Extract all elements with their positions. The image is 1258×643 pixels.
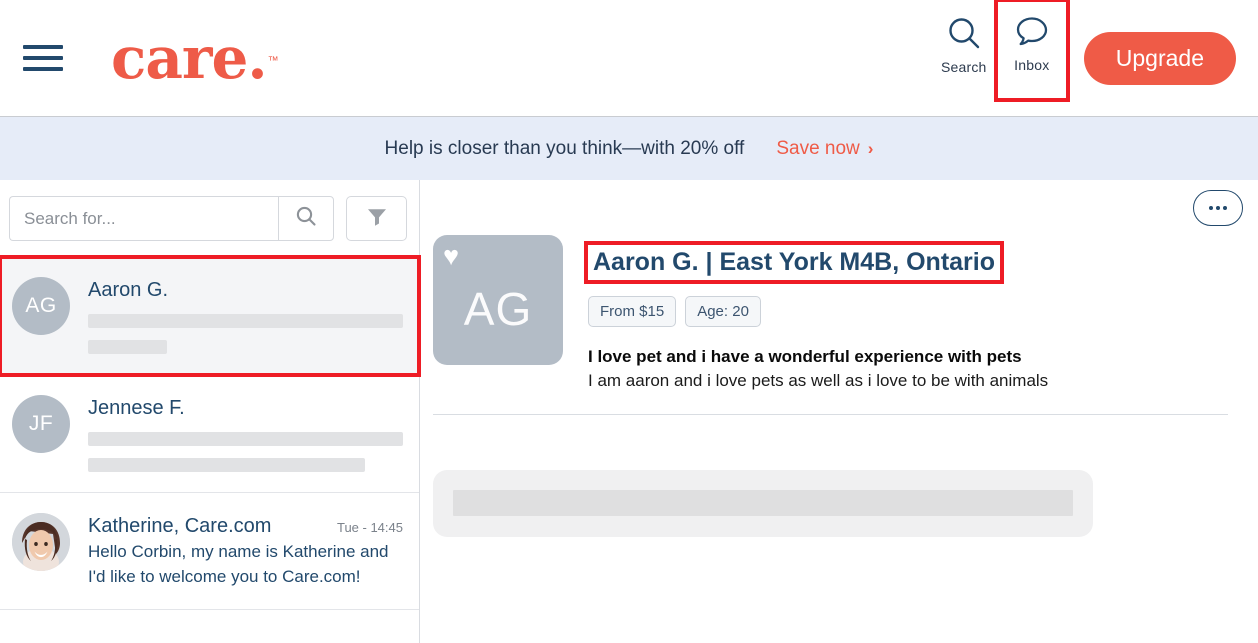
upgrade-button-wrap: Upgrade (1066, 0, 1236, 117)
trademark-symbol: ™ (267, 55, 279, 67)
save-now-label: Save now (776, 137, 860, 159)
ellipsis-dot (1209, 206, 1213, 210)
filter-button[interactable] (346, 196, 407, 241)
header-action-inbox[interactable]: Inbox (993, 0, 1070, 102)
ellipsis-dot (1223, 206, 1227, 210)
person-photo (12, 513, 70, 571)
hamburger-menu-icon[interactable] (23, 41, 63, 75)
conversation-detail-panel: ♥ AG Aaron G. | East York M4B, Ontario F… (420, 180, 1258, 643)
conversation-body: Katherine, Care.com Tue - 14:45 Hello Co… (88, 513, 403, 589)
message-skeleton-bubble (433, 469, 1093, 537)
conversation-name: Katherine, Care.com (88, 515, 272, 537)
search-icon (945, 14, 983, 52)
save-now-link[interactable]: Save now › (776, 138, 873, 160)
promo-banner-text: Help is closer than you think—with 20% o… (384, 137, 745, 159)
profile-summary: ♥ AG Aaron G. | East York M4B, Ontario F… (420, 180, 1243, 391)
search-combo (9, 196, 334, 241)
header-action-label: Inbox (1014, 56, 1050, 73)
status-badge-rate: From $15 (588, 295, 677, 327)
conversation-header-row: Katherine, Care.com Tue - 14:45 (88, 515, 403, 538)
profile-badges: From $15 Age: 20 (588, 295, 1243, 327)
header-action-label: Search (940, 58, 987, 75)
conversation-body: Aaron G. (88, 277, 403, 354)
conversation-name: Jennese F. (88, 397, 185, 419)
avatar (12, 513, 70, 571)
conversation-body: Jennese F. (88, 395, 403, 472)
profile-description: I am aaron and i love pets as well as i … (588, 370, 1049, 390)
header-actions: Search Inbox Upgrade (930, 0, 1258, 117)
section-divider (433, 413, 1228, 415)
profile-title: Aaron G. | East York M4B, Ontario (584, 241, 1004, 284)
heart-icon[interactable]: ♥ (443, 243, 459, 270)
profile-avatar: ♥ AG (433, 235, 563, 365)
page-body: AG Aaron G. JF Jennese F. (0, 180, 1258, 643)
chat-bubble-icon (1013, 14, 1051, 50)
promo-banner: Help is closer than you think—with 20% o… (0, 117, 1258, 180)
skeleton-line (88, 458, 366, 472)
conversation-header-row: Jennese F. (88, 397, 403, 420)
sidebar-search-row (0, 180, 419, 256)
conversation-header-row: Aaron G. (88, 279, 403, 302)
app-header: care.™ Search Inbox Upgrade (0, 0, 1258, 117)
avatar: JF (12, 395, 70, 453)
profile-info: Aaron G. | East York M4B, Ontario From $… (584, 235, 1243, 391)
profile-avatar-initials: AG (463, 283, 533, 335)
header-action-search[interactable]: Search (930, 0, 998, 75)
conversation-item-aaron[interactable]: AG Aaron G. (0, 255, 421, 377)
care-logo[interactable]: care.™ (111, 29, 279, 87)
magnifier-icon (294, 204, 318, 233)
search-submit-button[interactable] (278, 196, 334, 241)
funnel-filter-icon (365, 204, 389, 233)
conversation-preview: Hello Corbin, my name is Katherine and I… (88, 542, 389, 586)
search-input[interactable] (9, 196, 278, 241)
upgrade-button[interactable]: Upgrade (1083, 31, 1236, 85)
hamburger-bar (23, 56, 63, 60)
conversation-name: Aaron G. (88, 279, 169, 301)
conversation-item-katherine[interactable]: Katherine, Care.com Tue - 14:45 Hello Co… (0, 493, 419, 611)
skeleton-line (88, 432, 403, 446)
avatar: AG (12, 277, 70, 335)
skeleton-line (88, 314, 403, 328)
status-badge-age: Age: 20 (685, 295, 761, 327)
conversation-timestamp: Tue - 14:45 (336, 520, 403, 535)
hamburger-bar (23, 67, 63, 71)
profile-headline: I love pet and i have a wonderful experi… (588, 346, 1022, 366)
conversation-item-jennese[interactable]: JF Jennese F. (0, 375, 419, 493)
skeleton-line (88, 340, 167, 354)
chevron-right-icon: › (867, 138, 874, 158)
skeleton-line (453, 490, 1073, 517)
ellipsis-dot (1216, 206, 1220, 210)
conversations-sidebar: AG Aaron G. JF Jennese F. (0, 180, 421, 643)
more-options-button[interactable] (1193, 190, 1243, 226)
logo-text: care. (111, 24, 268, 92)
conversation-list: AG Aaron G. JF Jennese F. Katherine, Car… (0, 255, 421, 611)
hamburger-bar (23, 45, 63, 49)
